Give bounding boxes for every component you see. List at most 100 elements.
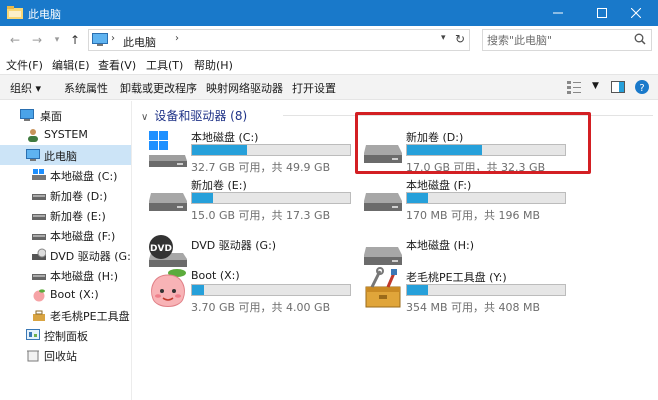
drive-space-info: 15.0 GB 可用，共 17.3 GB bbox=[191, 209, 331, 222]
drive-usage-bar bbox=[191, 284, 351, 296]
minimize-icon bbox=[553, 12, 563, 14]
window-title: 此电脑 bbox=[28, 8, 61, 21]
sidebar-item-label: 老毛桃PE工具盘 ( bbox=[50, 310, 132, 323]
group-header[interactable]: ∨ 设备和驱动器 (8) bbox=[141, 107, 247, 124]
view-options-icon[interactable] bbox=[566, 79, 582, 95]
hard-drive-icon bbox=[32, 234, 46, 240]
user-icon bbox=[28, 129, 38, 142]
help-icon[interactable]: ? bbox=[634, 79, 650, 95]
search-input[interactable] bbox=[487, 32, 627, 48]
svg-text:?: ? bbox=[639, 83, 644, 94]
group-title: 设备和驱动器 (8) bbox=[154, 109, 248, 123]
hard-drive-icon bbox=[32, 194, 46, 200]
sidebar-item-drive-g[interactable]: DVD 驱动器 (G:) bbox=[0, 245, 132, 265]
drive-tile-f[interactable]: 本地磁盘 (F:) 170 MB 可用，共 196 MB bbox=[362, 175, 572, 225]
sidebar-item-drive-y[interactable]: 老毛桃PE工具盘 ( bbox=[0, 305, 132, 325]
recent-locations-button[interactable]: ▾ bbox=[48, 31, 66, 49]
drive-name: 本地磁盘 (H:) bbox=[406, 239, 475, 252]
control-panel-icon bbox=[26, 329, 40, 340]
desktop-icon bbox=[20, 109, 34, 121]
maximize-icon bbox=[597, 8, 607, 18]
sidebar-item-drive-d[interactable]: 新加卷 (D:) bbox=[0, 185, 131, 205]
svg-text:DVD: DVD bbox=[150, 244, 172, 254]
drive-usage-fill bbox=[407, 193, 428, 203]
sidebar-item-label: 桌面 bbox=[40, 110, 62, 123]
close-button[interactable] bbox=[614, 0, 658, 26]
chevron-down-icon: ▾ bbox=[54, 35, 60, 45]
system-properties-button[interactable]: 系统属性 bbox=[64, 80, 108, 96]
peach-icon bbox=[151, 269, 186, 307]
arrow-up-icon: ↑ bbox=[69, 33, 81, 47]
sidebar-item-recycle-bin[interactable]: 回收站 bbox=[0, 345, 131, 365]
drive-usage-bar bbox=[406, 192, 566, 204]
drive-tile-c[interactable]: 本地磁盘 (C:) 32.7 GB 可用，共 49.9 GB bbox=[147, 127, 357, 177]
sidebar-item-label: 新加卷 (E:) bbox=[50, 210, 106, 223]
preview-pane-icon[interactable] bbox=[610, 79, 626, 95]
sidebar-item-this-pc[interactable]: 此电脑 bbox=[0, 145, 131, 165]
drive-space-info: 170 MB 可用，共 196 MB bbox=[406, 209, 541, 222]
hard-drive-icon bbox=[364, 193, 402, 211]
address-bar[interactable]: › 此电脑 › ▾ ↻ bbox=[88, 29, 470, 51]
sidebar-item-drive-h[interactable]: 本地磁盘 (H:) bbox=[0, 265, 131, 285]
hard-drive-icon bbox=[32, 214, 46, 220]
drive-name: DVD 驱动器 (G:) bbox=[191, 239, 277, 252]
folder-icon bbox=[7, 6, 23, 19]
arrow-right-icon: → bbox=[31, 33, 43, 47]
command-bar: 组织 ▾ 系统属性 卸载或更改程序 映射网络驱动器 打开设置 ▼ ? bbox=[0, 74, 658, 100]
minimize-button[interactable] bbox=[536, 0, 580, 26]
sidebar-item-label: 控制面板 bbox=[44, 330, 88, 343]
peach-icon bbox=[33, 289, 45, 302]
drive-name: 本地磁盘 (C:) bbox=[191, 131, 259, 144]
drive-usage-bar bbox=[191, 192, 351, 204]
drive-usage-bar bbox=[406, 284, 566, 296]
drive-name: 新加卷 (E:) bbox=[191, 179, 247, 192]
windows-drive-icon bbox=[32, 169, 46, 180]
sidebar-item-drive-f[interactable]: 本地磁盘 (F:) bbox=[0, 225, 131, 245]
search-box[interactable] bbox=[482, 29, 652, 51]
dvd-drive-icon bbox=[32, 248, 46, 260]
open-settings-button[interactable]: 打开设置 bbox=[292, 80, 336, 96]
sidebar-item-label: SYSTEM bbox=[44, 128, 88, 141]
sidebar-item-label: 本地磁盘 (H:) bbox=[50, 270, 119, 283]
sidebar-item-label: Boot (X:) bbox=[50, 288, 99, 301]
menu-tools[interactable]: 工具(T) bbox=[146, 57, 183, 73]
breadcrumb-separator-icon[interactable]: › bbox=[175, 33, 179, 44]
menu-view[interactable]: 查看(V) bbox=[98, 57, 136, 73]
refresh-icon[interactable]: ↻ bbox=[455, 32, 465, 46]
close-icon bbox=[631, 8, 641, 18]
search-icon[interactable] bbox=[634, 33, 646, 45]
drive-usage-fill bbox=[192, 193, 213, 203]
drive-name: 本地磁盘 (F:) bbox=[406, 179, 472, 192]
forward-button[interactable]: → bbox=[28, 31, 46, 49]
computer-icon bbox=[26, 149, 40, 161]
drive-tile-y[interactable]: 老毛桃PE工具盘 (Y:) 354 MB 可用，共 408 MB bbox=[362, 267, 572, 317]
sidebar-item-label: DVD 驱动器 (G:) bbox=[50, 250, 132, 263]
sidebar-item-user[interactable]: SYSTEM bbox=[0, 125, 131, 145]
arrow-left-icon: ← bbox=[9, 33, 21, 47]
uninstall-programs-button[interactable]: 卸载或更改程序 bbox=[120, 80, 197, 96]
drive-name: 老毛桃PE工具盘 (Y:) bbox=[406, 271, 507, 284]
drive-tile-e[interactable]: 新加卷 (E:) 15.0 GB 可用，共 17.3 GB bbox=[147, 175, 357, 225]
sidebar-item-control-panel[interactable]: 控制面板 bbox=[0, 325, 131, 345]
breadcrumb-this-pc[interactable]: 此电脑 bbox=[123, 34, 156, 50]
sidebar-item-drive-c[interactable]: 本地磁盘 (C:) bbox=[0, 165, 131, 185]
view-dropdown-icon[interactable]: ▼ bbox=[592, 81, 599, 91]
address-dropdown-icon[interactable]: ▾ bbox=[441, 33, 446, 43]
map-network-drive-button[interactable]: 映射网络驱动器 bbox=[206, 80, 283, 96]
sidebar-item-drive-x[interactable]: Boot (X:) bbox=[0, 285, 131, 305]
drive-tile-x[interactable]: Boot (X:) 3.70 GB 可用，共 4.00 GB bbox=[147, 267, 357, 317]
back-button[interactable]: ← bbox=[6, 31, 24, 49]
up-button[interactable]: ↑ bbox=[66, 31, 84, 49]
menu-help[interactable]: 帮助(H) bbox=[194, 57, 233, 73]
sidebar-item-drive-e[interactable]: 新加卷 (E:) bbox=[0, 205, 131, 225]
drive-space-info: 354 MB 可用，共 408 MB bbox=[406, 301, 541, 314]
organize-button[interactable]: 组织 ▾ bbox=[10, 80, 41, 96]
sidebar-item-desktop[interactable]: 桌面 bbox=[0, 105, 131, 125]
drive-usage-fill bbox=[192, 145, 247, 155]
sidebar-item-label: 本地磁盘 (F:) bbox=[50, 230, 116, 243]
sidebar-item-label: 本地磁盘 (C:) bbox=[50, 170, 118, 183]
recycle-bin-icon bbox=[27, 350, 39, 362]
menu-edit[interactable]: 编辑(E) bbox=[52, 57, 90, 73]
drive-usage-fill bbox=[192, 285, 204, 295]
menu-file[interactable]: 文件(F) bbox=[6, 57, 43, 73]
